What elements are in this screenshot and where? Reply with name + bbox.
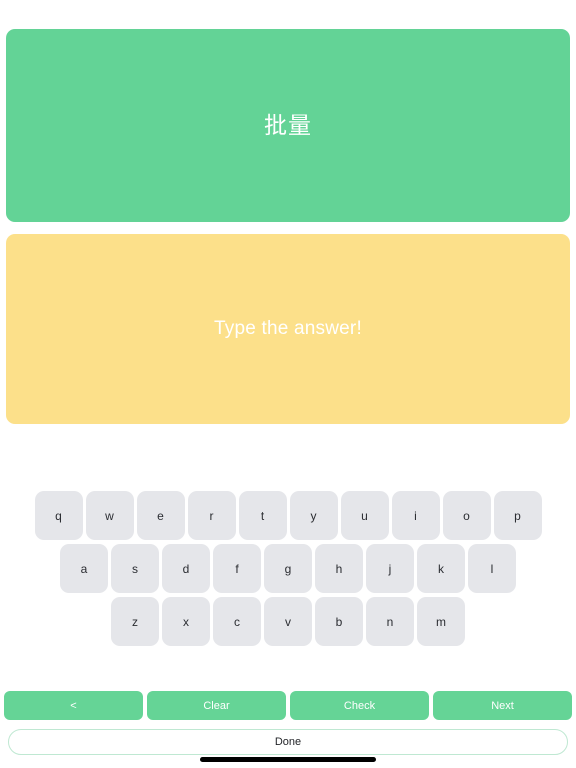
key-j[interactable]: j	[366, 544, 414, 593]
key-r[interactable]: r	[187, 491, 236, 540]
on-screen-keyboard: q w e r t y u i o p a s d f g h j k l z …	[0, 491, 576, 650]
key-u[interactable]: u	[340, 491, 389, 540]
key-e[interactable]: e	[136, 491, 185, 540]
key-k[interactable]: k	[417, 544, 465, 593]
keyboard-row-3: z x c v b n m	[0, 597, 576, 646]
key-g[interactable]: g	[264, 544, 312, 593]
key-w[interactable]: w	[85, 491, 134, 540]
check-button[interactable]: Check	[290, 691, 429, 720]
key-d[interactable]: d	[162, 544, 210, 593]
done-button[interactable]: Done	[8, 729, 568, 755]
key-h[interactable]: h	[315, 544, 363, 593]
key-p[interactable]: p	[493, 491, 542, 540]
key-c[interactable]: c	[213, 597, 261, 646]
prompt-card[interactable]: 批量	[6, 29, 570, 222]
key-t[interactable]: t	[238, 491, 287, 540]
key-y[interactable]: y	[289, 491, 338, 540]
action-button-row: < Clear Check Next	[4, 691, 572, 720]
next-button[interactable]: Next	[433, 691, 572, 720]
key-v[interactable]: v	[264, 597, 312, 646]
home-indicator	[200, 757, 376, 762]
key-l[interactable]: l	[468, 544, 516, 593]
key-x[interactable]: x	[162, 597, 210, 646]
key-z[interactable]: z	[111, 597, 159, 646]
answer-placeholder: Type the answer!	[214, 318, 362, 339]
key-i[interactable]: i	[391, 491, 440, 540]
key-b[interactable]: b	[315, 597, 363, 646]
key-s[interactable]: s	[111, 544, 159, 593]
prompt-text: 批量	[264, 111, 312, 138]
answer-input-card[interactable]: Type the answer!	[6, 234, 570, 424]
clear-button[interactable]: Clear	[147, 691, 286, 720]
key-f[interactable]: f	[213, 544, 261, 593]
key-q[interactable]: q	[34, 491, 83, 540]
keyboard-row-1: q w e r t y u i o p	[0, 491, 576, 540]
key-o[interactable]: o	[442, 491, 491, 540]
key-m[interactable]: m	[417, 597, 465, 646]
quiz-screen: 批量 Type the answer! q w e r t y u i o p …	[0, 0, 576, 768]
key-a[interactable]: a	[60, 544, 108, 593]
back-button[interactable]: <	[4, 691, 143, 720]
keyboard-row-2: a s d f g h j k l	[0, 544, 576, 593]
key-n[interactable]: n	[366, 597, 414, 646]
